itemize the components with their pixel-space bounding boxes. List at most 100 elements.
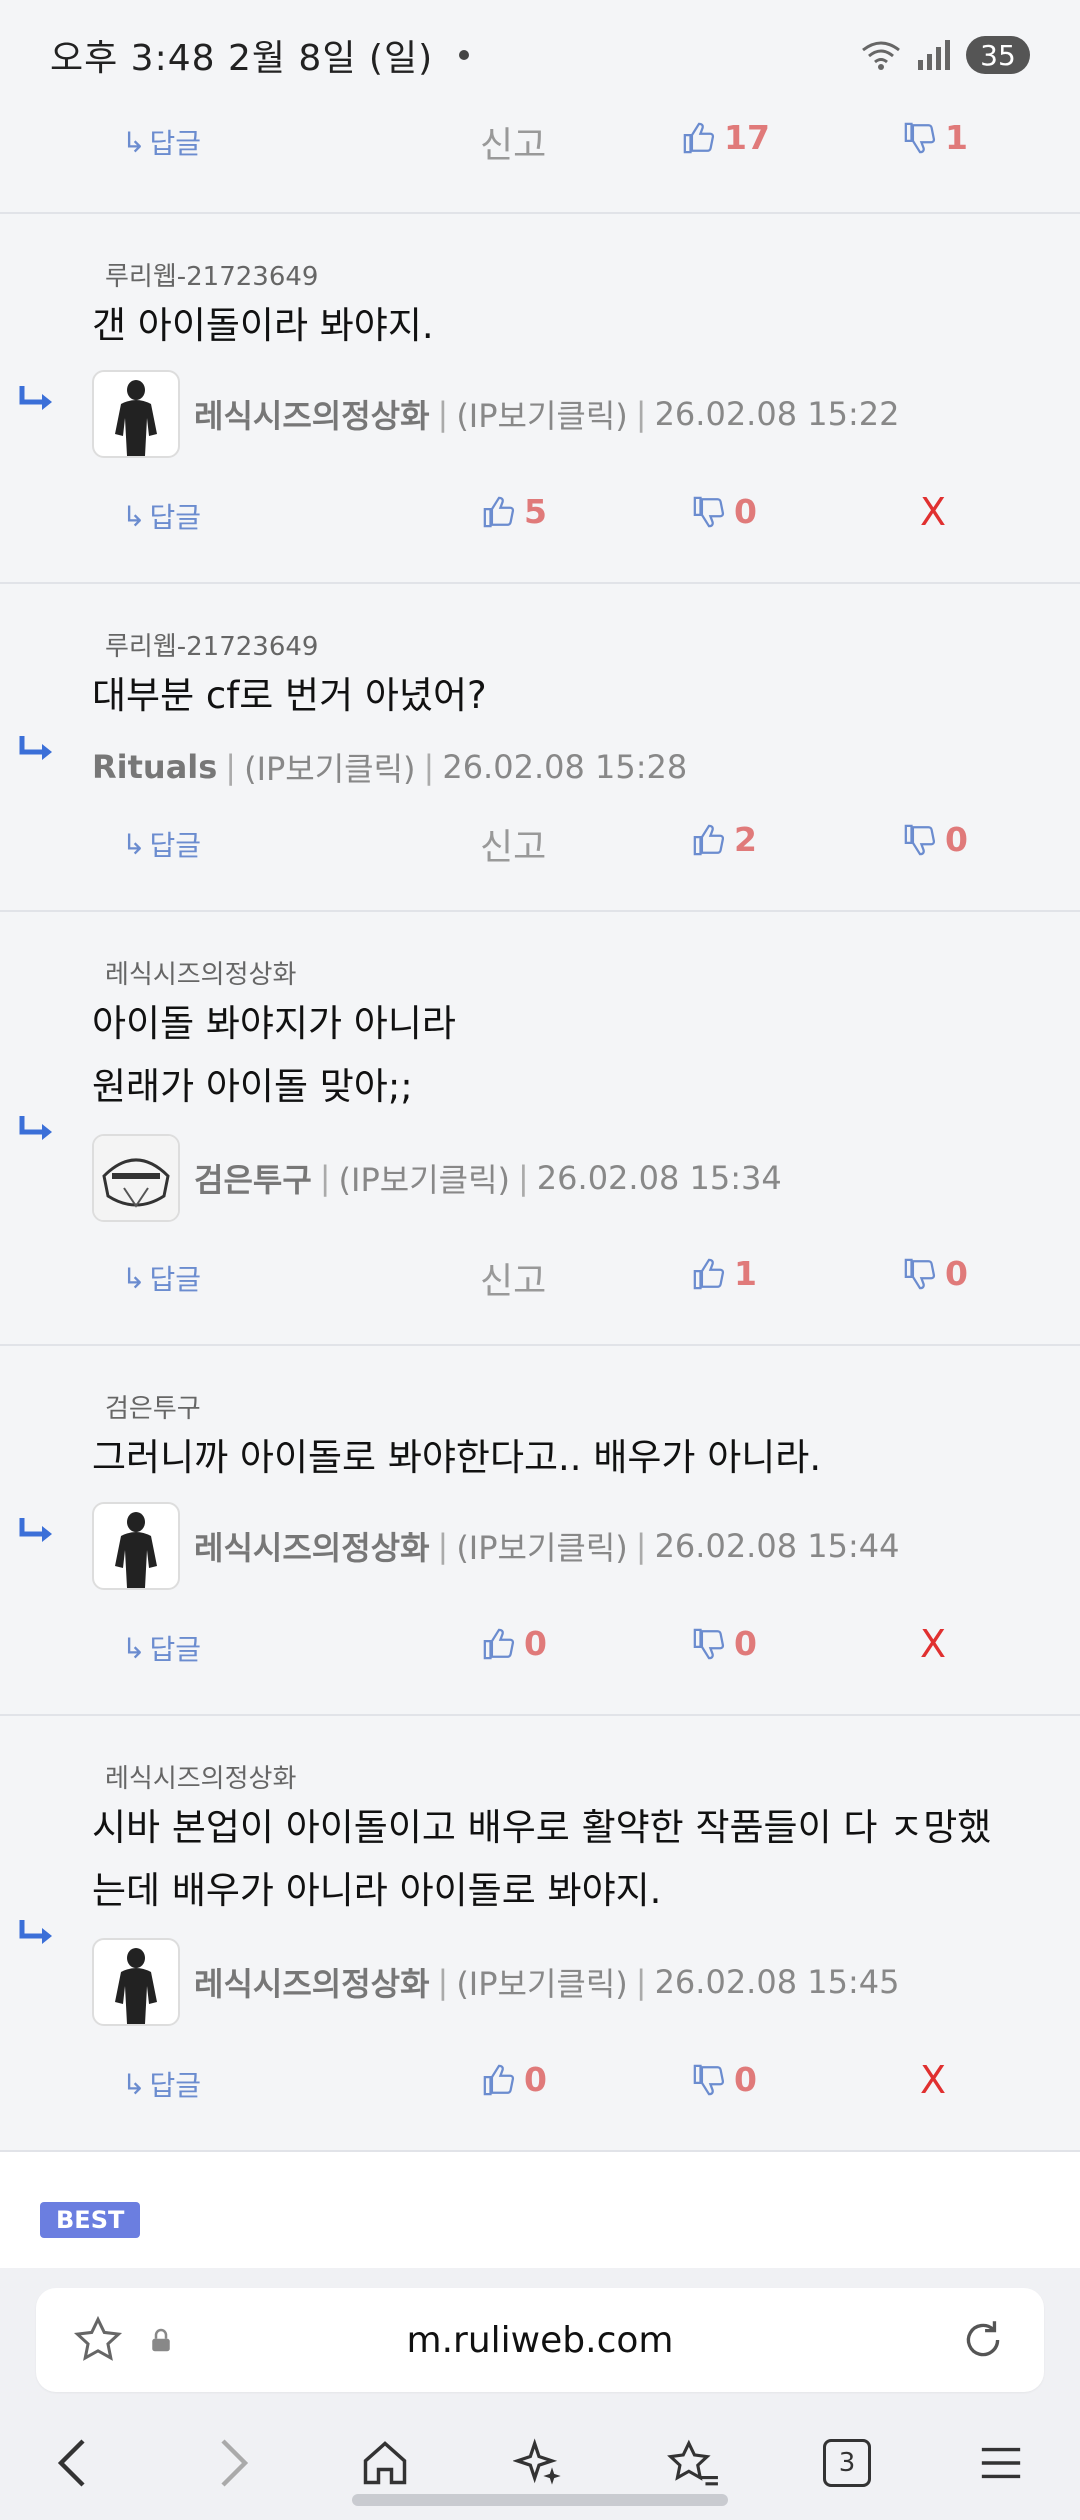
reply-arrow-icon: ↳ xyxy=(122,1631,146,1665)
dislike-button[interactable]: 1 xyxy=(903,118,968,157)
reply-arrow-icon: ↳ xyxy=(122,499,146,533)
delete-button[interactable]: X xyxy=(920,1622,946,1666)
reply-button[interactable]: ↳ 답글 xyxy=(122,1258,201,1298)
comment-actions: ↳ 답글 신고 2 0 xyxy=(0,812,1080,872)
author-name[interactable]: 레식시즈의정상화 xyxy=(194,1523,430,1569)
reply-button[interactable]: ↳ 답글 xyxy=(122,122,201,162)
comment-text: 아이돌 봐야지가 아니라 원래가 아이돌 맞아;; xyxy=(92,992,1050,1118)
reply-button[interactable]: ↳ 답글 xyxy=(122,496,201,536)
comment-date: 26.02.08 15:28 xyxy=(442,748,688,786)
thumbs-up-icon xyxy=(693,824,725,855)
reply-indicator-icon xyxy=(19,386,52,410)
status-bar: 오후 3:48 2월 8일 (일) 35 xyxy=(0,0,1080,110)
comment-date: 26.02.08 15:45 xyxy=(654,1963,900,2001)
thumbs-down-icon xyxy=(693,1628,725,1659)
report-button[interactable]: 신고 xyxy=(480,1252,546,1304)
comment-actions: ↳ 답글 5 0 X xyxy=(0,484,1080,544)
avatar xyxy=(92,370,180,458)
comment-text: 시바 본업이 아이돌이고 배우로 활약한 작품들이 다 ㅈ망했 는데 배우가 아… xyxy=(92,1796,1050,1922)
report-button[interactable]: 신고 xyxy=(480,818,546,870)
comment-date: 26.02.08 15:22 xyxy=(654,395,900,433)
reply-button[interactable]: ↳ 답글 xyxy=(122,824,201,864)
dislike-button[interactable]: 0 xyxy=(903,820,968,859)
comment-text: 대부분 cf로 번거 아녔어? xyxy=(92,674,487,717)
reply-arrow-icon: ↳ xyxy=(122,827,146,861)
comment-item: 루리웹-21723649 대부분 cf로 번거 아녔어? Rituals | (… xyxy=(0,584,1080,912)
reply-indicator-icon xyxy=(19,736,52,760)
tab-count: 3 xyxy=(823,2439,871,2487)
wifi-icon xyxy=(860,38,902,72)
comment-text: 그러니까 아이돌로 봐야한다고.. 배우가 아니라. xyxy=(92,1436,822,1479)
back-button[interactable] xyxy=(38,2428,108,2498)
reply-button[interactable]: ↳ 답글 xyxy=(122,1628,201,1668)
author-name[interactable]: 레식시즈의정상화 xyxy=(194,1959,430,2005)
browser-toolbar: m.ruliweb.com 3 xyxy=(0,2268,1080,2520)
hamburger-menu-icon xyxy=(981,2447,1021,2479)
parent-author: 레식시즈의정상화 xyxy=(105,1764,297,1794)
like-button[interactable]: 2 xyxy=(692,820,757,859)
comment-text-line: 시바 본업이 아이돌이고 배우로 활약한 작품들이 다 ㅈ망했 xyxy=(92,1806,992,1849)
comment-actions: ↳ 답글 0 0 X xyxy=(0,2052,1080,2112)
home-indicator xyxy=(352,2494,728,2506)
dislike-button[interactable]: 0 xyxy=(692,1624,757,1663)
like-button[interactable]: 17 xyxy=(682,118,770,157)
like-button[interactable]: 1 xyxy=(692,1254,757,1293)
parent-author: 루리웹-21723649 xyxy=(105,262,319,292)
avatar xyxy=(92,1938,180,2026)
like-button[interactable]: 5 xyxy=(482,492,547,531)
parent-author: 검은투구 xyxy=(105,1394,201,1424)
dislike-button[interactable]: 0 xyxy=(692,492,757,531)
ip-link[interactable]: (IP보기클릭) xyxy=(339,1155,510,1201)
comment-actions: ↳ 답글 신고 1 0 xyxy=(0,1246,1080,1306)
delete-button[interactable]: X xyxy=(920,2058,946,2102)
comment-item: 레식시즈의정상화 아이돌 봐야지가 아니라 원래가 아이돌 맞아;; 검은투구 … xyxy=(0,912,1080,1346)
forward-button[interactable] xyxy=(198,2428,268,2498)
home-button[interactable] xyxy=(350,2428,420,2498)
reply-indicator-icon xyxy=(19,1920,52,1944)
ip-link[interactable]: (IP보기클릭) xyxy=(456,391,627,437)
report-button[interactable]: 신고 xyxy=(480,116,546,168)
author-name[interactable]: 레식시즈의정상화 xyxy=(194,391,430,437)
thumbs-up-icon xyxy=(693,1258,725,1289)
ip-link[interactable]: (IP보기클릭) xyxy=(244,744,415,790)
delete-button[interactable]: X xyxy=(920,490,946,534)
author-name[interactable]: Rituals xyxy=(92,748,217,786)
author-name[interactable]: 검은투구 xyxy=(194,1155,312,1201)
thumbs-up-icon xyxy=(483,1628,515,1659)
like-button[interactable]: 0 xyxy=(482,2060,547,2099)
reply-indicator-icon xyxy=(19,1116,52,1140)
like-button[interactable]: 0 xyxy=(482,1624,547,1663)
notification-dot xyxy=(459,50,470,60)
menu-button[interactable] xyxy=(966,2428,1036,2498)
avatar xyxy=(92,1134,180,1222)
url-text[interactable]: m.ruliweb.com xyxy=(36,2320,1044,2361)
reply-button[interactable]: ↳ 답글 xyxy=(122,2064,201,2104)
home-icon xyxy=(363,2441,407,2485)
address-bar[interactable]: m.ruliweb.com xyxy=(36,2288,1044,2392)
comment-text: 갠 아이돌이라 봐야지. xyxy=(92,304,434,347)
ip-link[interactable]: (IP보기클릭) xyxy=(456,1523,627,1569)
comment-date: 26.02.08 15:44 xyxy=(654,1527,900,1565)
dislike-button[interactable]: 0 xyxy=(692,2060,757,2099)
ai-button[interactable] xyxy=(504,2428,574,2498)
chevron-left-icon xyxy=(57,2439,85,2487)
battery-indicator: 35 xyxy=(966,36,1030,74)
tabs-button[interactable]: 3 xyxy=(812,2428,882,2498)
ip-link[interactable]: (IP보기클릭) xyxy=(456,1959,627,2005)
bookmarks-button[interactable] xyxy=(658,2428,728,2498)
chevron-right-icon xyxy=(221,2439,249,2487)
comment-meta: Rituals | (IP보기클릭) | 26.02.08 15:28 xyxy=(92,744,687,790)
best-section: BEST xyxy=(0,2152,1080,2272)
comment-date: 26.02.08 15:34 xyxy=(536,1159,782,1197)
dislike-button[interactable]: 0 xyxy=(903,1254,968,1293)
parent-author: 루리웹-21723649 xyxy=(105,632,319,662)
reply-arrow-icon: ↳ xyxy=(122,2067,146,2101)
comment-text-line: 원래가 아이돌 맞아;; xyxy=(92,1065,413,1108)
comment-item: 레식시즈의정상화 시바 본업이 아이돌이고 배우로 활약한 작품들이 다 ㅈ망했… xyxy=(0,1716,1080,2152)
thumbs-down-icon xyxy=(904,824,936,855)
thumbs-up-icon xyxy=(683,122,715,153)
thumbs-down-icon xyxy=(904,122,936,153)
refresh-icon[interactable] xyxy=(958,2315,1008,2365)
thumbs-down-icon xyxy=(904,1258,936,1289)
best-badge: BEST xyxy=(40,2202,141,2238)
